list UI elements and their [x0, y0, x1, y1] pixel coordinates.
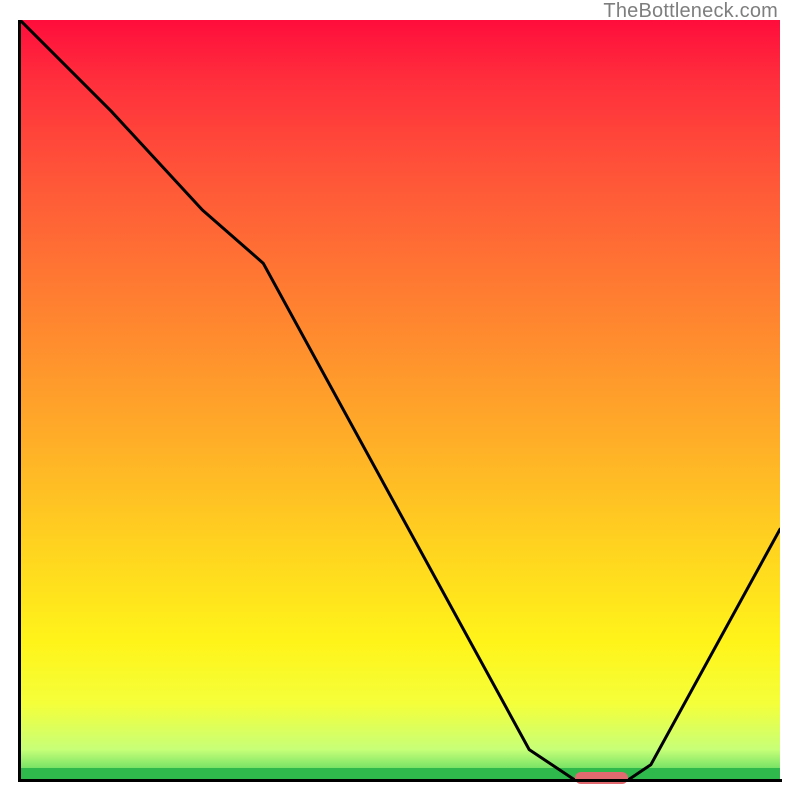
bottleneck-curve [20, 20, 780, 780]
optimal-zone-marker [575, 772, 628, 784]
chart-stage: TheBottleneck.com [0, 0, 800, 800]
